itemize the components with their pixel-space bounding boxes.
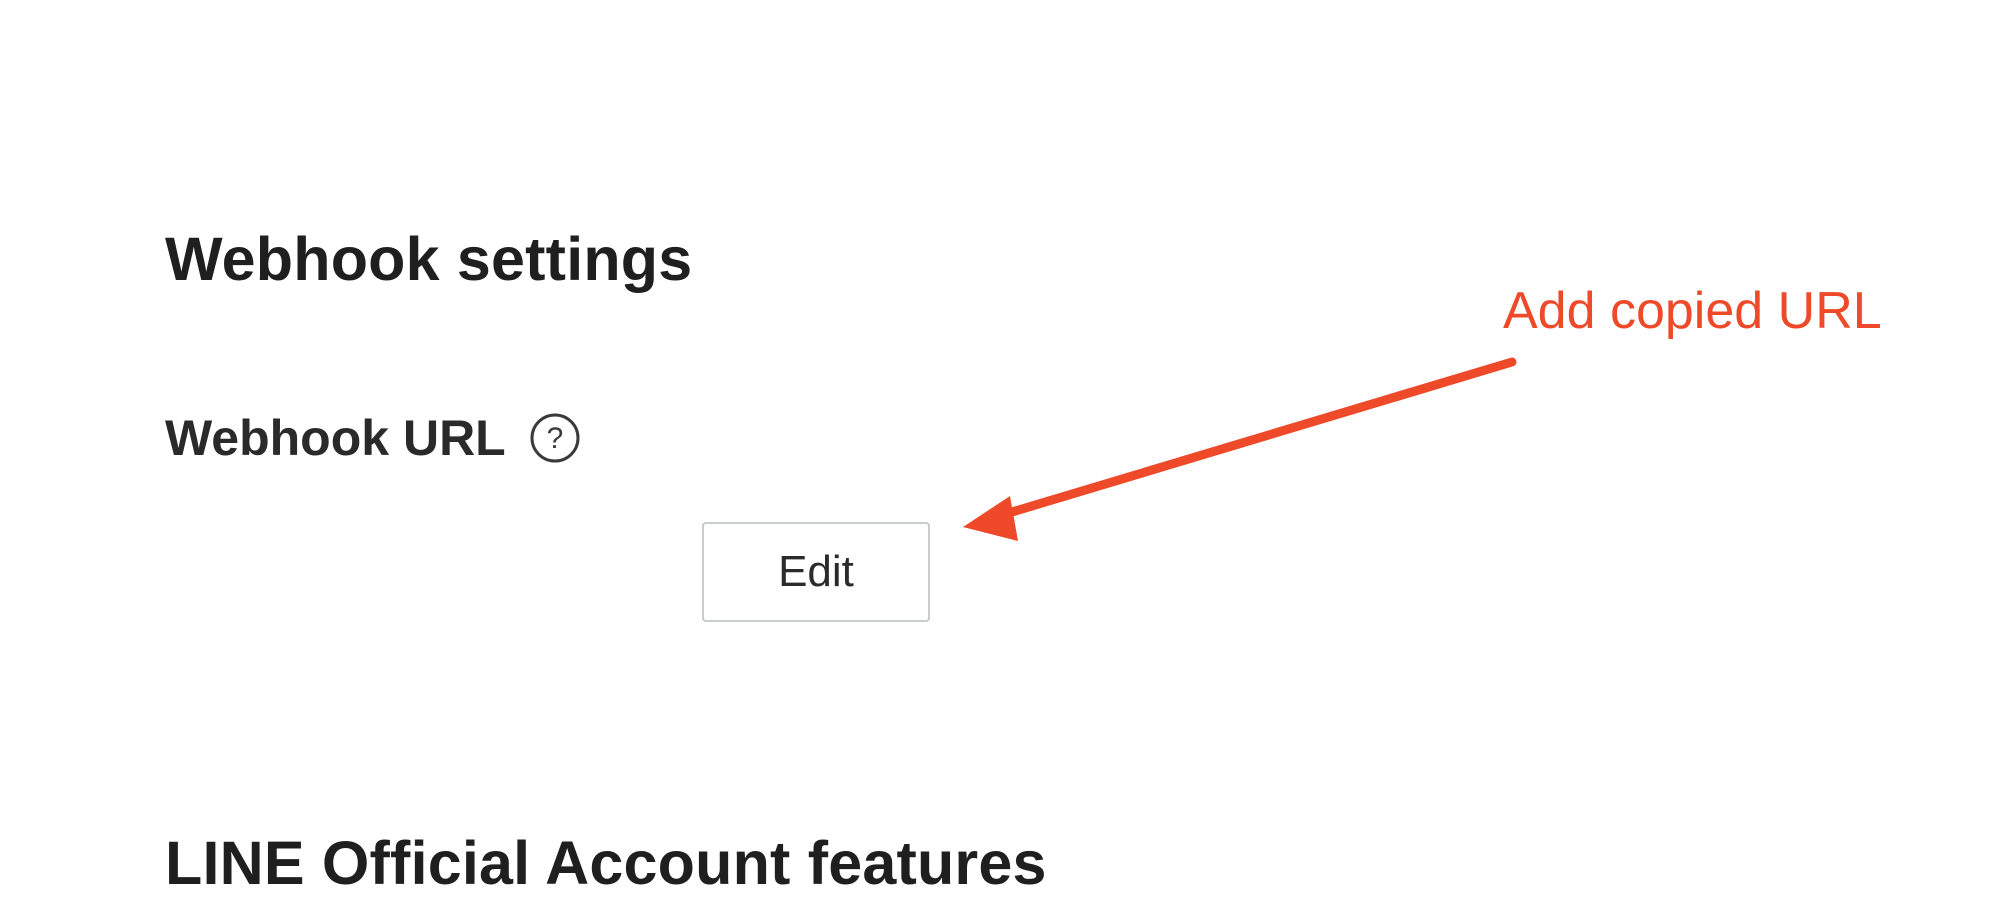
edit-webhook-url-button[interactable]: Edit (702, 522, 930, 622)
annotation-arrow-head (963, 496, 1018, 541)
webhook-url-row: Webhook URL ? (165, 410, 582, 466)
webhook-url-label: Webhook URL (165, 410, 506, 466)
annotation-label: Add copied URL (1503, 282, 1882, 340)
line-official-account-features-title: LINE Official Account features (165, 829, 1047, 897)
help-circle-icon-graphic: ? (530, 413, 580, 463)
svg-text:?: ? (546, 422, 563, 455)
help-circle-icon[interactable]: ? (528, 411, 582, 465)
webhook-settings-title: Webhook settings (165, 225, 693, 293)
annotation-arrow-shaft (997, 357, 1517, 520)
